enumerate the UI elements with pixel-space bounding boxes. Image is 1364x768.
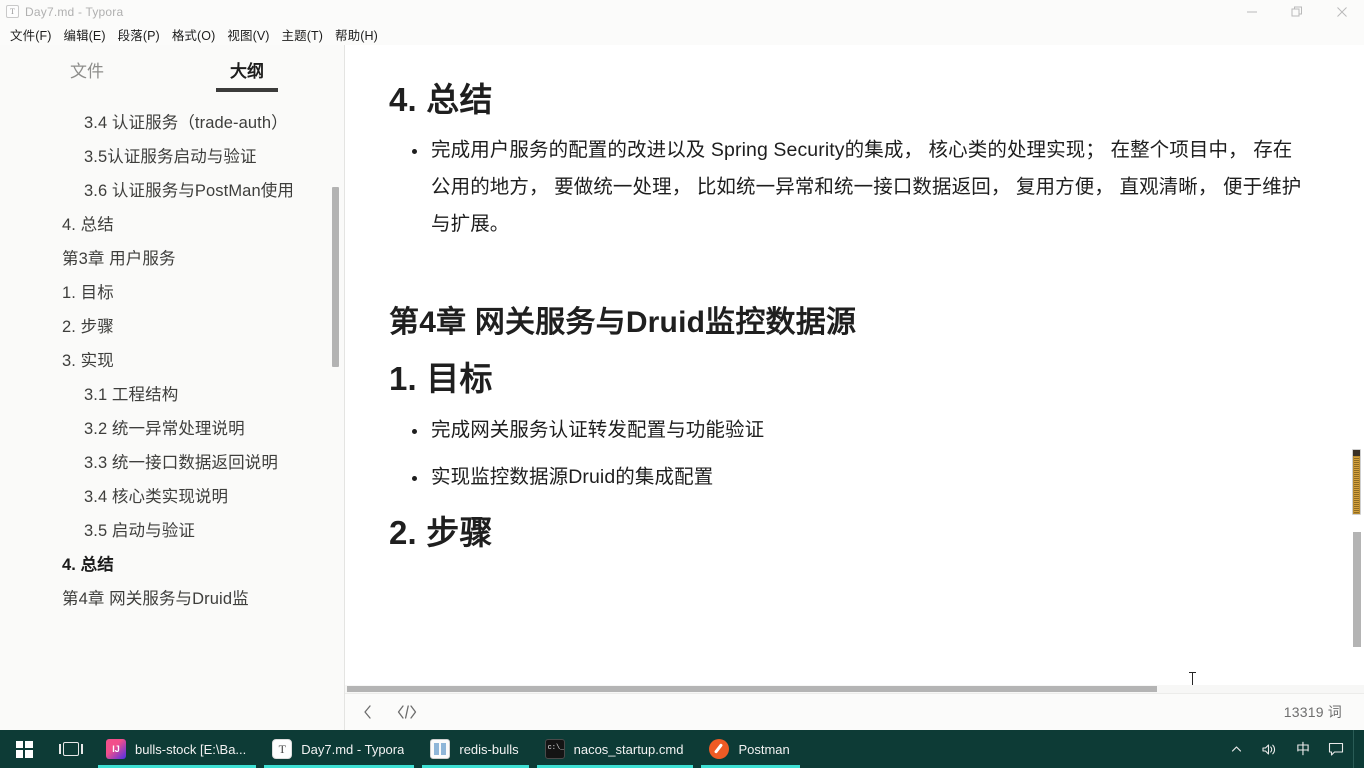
windows-start-icon[interactable]: [0, 730, 48, 768]
typora-icon: [272, 739, 293, 759]
outline-item-active[interactable]: 4. 总结: [0, 548, 344, 582]
goals-bullet-list: 完成网关服务认证转发配置与功能验证 实现监控数据源Druid的集成配置: [389, 412, 1304, 496]
tab-outline[interactable]: 大纲: [216, 57, 278, 92]
status-bar: 13319 词: [345, 693, 1364, 730]
menu-edit[interactable]: 编辑(E): [57, 23, 111, 46]
sidebar-scrollbar[interactable]: [332, 187, 339, 367]
restore-button[interactable]: [1274, 0, 1319, 23]
close-button[interactable]: [1319, 0, 1364, 23]
outline-item[interactable]: 2. 步骤: [0, 310, 344, 344]
menu-view[interactable]: 视图(V): [221, 23, 275, 46]
taskbar-app-label: Day7.md - Typora: [301, 741, 405, 757]
editor-pane: 4. 总结 完成用户服务的配置的改进以及 Spring Security的集成，…: [345, 45, 1364, 730]
taskbar-app-typora[interactable]: Day7.md - Typora: [260, 730, 418, 768]
show-desktop-button[interactable]: [1353, 730, 1360, 768]
volume-icon[interactable]: [1252, 730, 1287, 768]
editor-content[interactable]: 4. 总结 完成用户服务的配置的改进以及 Spring Security的集成，…: [345, 45, 1364, 693]
taskbar-app-redis[interactable]: redis-bulls: [418, 730, 532, 768]
editor-vertical-scrollbar-secondary[interactable]: [1353, 532, 1361, 647]
outline-item[interactable]: 3.6 认证服务与PostMan使用: [0, 174, 344, 208]
outline-item[interactable]: 3.4 核心类实现说明: [0, 480, 344, 514]
list-item: 完成网关服务认证转发配置与功能验证: [389, 412, 1304, 449]
outline-item[interactable]: 1. 目标: [0, 276, 344, 310]
outline-list: 3.4 认证服务（trade-auth） 3.5认证服务启动与验证 3.6 认证…: [0, 92, 344, 730]
postman-icon: [709, 739, 730, 759]
list-item: 完成用户服务的配置的改进以及 Spring Security的集成， 核心类的处…: [389, 132, 1304, 243]
action-center-icon[interactable]: [1319, 730, 1353, 768]
intellij-idea-icon: [106, 739, 126, 759]
tab-files[interactable]: 文件: [62, 57, 112, 82]
chevron-left-icon[interactable]: [361, 704, 375, 720]
outline-item[interactable]: 4. 总结: [0, 208, 344, 242]
outline-item[interactable]: 3. 实现: [0, 344, 344, 378]
title-bar: T Day7.md - Typora: [0, 0, 1364, 23]
menu-paragraph[interactable]: 段落(P): [112, 23, 166, 46]
window-body: 文件 大纲 3.4 认证服务（trade-auth） 3.5认证服务启动与验证 …: [0, 45, 1364, 730]
outline-item[interactable]: 3.4 认证服务（trade-auth）: [0, 106, 344, 140]
taskbar: bulls-stock [E:\Ba... Day7.md - Typora r…: [0, 730, 1364, 768]
taskbar-app-label: bulls-stock [E:\Ba...: [135, 741, 247, 757]
taskbar-app-label: Postman: [738, 741, 790, 757]
menu-theme[interactable]: 主题(T): [276, 23, 329, 46]
word-count: 13319 词: [1283, 704, 1342, 720]
menu-bar: 文件(F) 编辑(E) 段落(P) 格式(O) 视图(V) 主题(T) 帮助(H…: [0, 23, 1364, 45]
ime-chinese-icon[interactable]: 中: [1287, 730, 1319, 768]
outline-item[interactable]: 3.1 工程结构: [0, 378, 344, 412]
taskbar-app-postman[interactable]: Postman: [697, 730, 803, 768]
heading-steps: 2. 步骤: [389, 513, 493, 551]
taskbar-app-nacos[interactable]: nacos_startup.cmd: [533, 730, 698, 768]
sidebar-tabs: 文件 大纲: [0, 45, 344, 92]
heading-goals: 1. 目标: [389, 360, 493, 398]
outline-item[interactable]: 第4章 网关服务与Druid监: [0, 582, 344, 616]
outline-item[interactable]: 第3章 用户服务: [0, 242, 344, 276]
command-prompt-icon: [544, 739, 565, 759]
outline-item[interactable]: 3.5 启动与验证: [0, 514, 344, 548]
editor-vertical-scrollbar[interactable]: [1352, 449, 1361, 515]
taskbar-app-intellij[interactable]: bulls-stock [E:\Ba...: [94, 730, 260, 768]
typora-document-icon: T: [6, 5, 19, 18]
outline-item[interactable]: 3.3 统一接口数据返回说明: [0, 446, 344, 480]
menu-file[interactable]: 文件(F): [4, 23, 57, 46]
menu-format[interactable]: 格式(O): [166, 23, 222, 46]
task-view-icon[interactable]: [48, 730, 94, 768]
outline-item[interactable]: 3.2 统一异常处理说明: [0, 412, 344, 446]
system-tray: 中: [1221, 730, 1364, 768]
source-code-icon[interactable]: [395, 704, 419, 720]
show-hidden-icons-icon[interactable]: [1221, 730, 1252, 768]
heading-summary: 4. 总结: [389, 81, 493, 118]
summary-bullet-list: 完成用户服务的配置的改进以及 Spring Security的集成， 核心类的处…: [389, 132, 1304, 243]
redis-manager-icon: [430, 739, 451, 759]
list-item: 实现监控数据源Druid的集成配置: [389, 459, 1304, 496]
typora-window: T Day7.md - Typora 文件(F) 编辑(E) 段落(P) 格式(…: [0, 0, 1364, 730]
heading-chapter4: 第4章 网关服务与Druid监控数据源: [389, 306, 857, 340]
editor-horizontal-scrollbar-track[interactable]: [345, 685, 1364, 693]
editor-horizontal-scrollbar-thumb[interactable]: [347, 686, 1157, 692]
menu-help[interactable]: 帮助(H): [329, 23, 384, 46]
sidebar: 文件 大纲 3.4 认证服务（trade-auth） 3.5认证服务启动与验证 …: [0, 45, 345, 730]
taskbar-app-label: nacos_startup.cmd: [573, 741, 684, 757]
outline-item[interactable]: 3.5认证服务启动与验证: [0, 140, 344, 174]
taskbar-app-label: redis-bulls: [459, 741, 519, 757]
window-controls: [1229, 0, 1364, 23]
window-title: Day7.md - Typora: [25, 4, 124, 19]
minimize-button[interactable]: [1229, 0, 1274, 23]
